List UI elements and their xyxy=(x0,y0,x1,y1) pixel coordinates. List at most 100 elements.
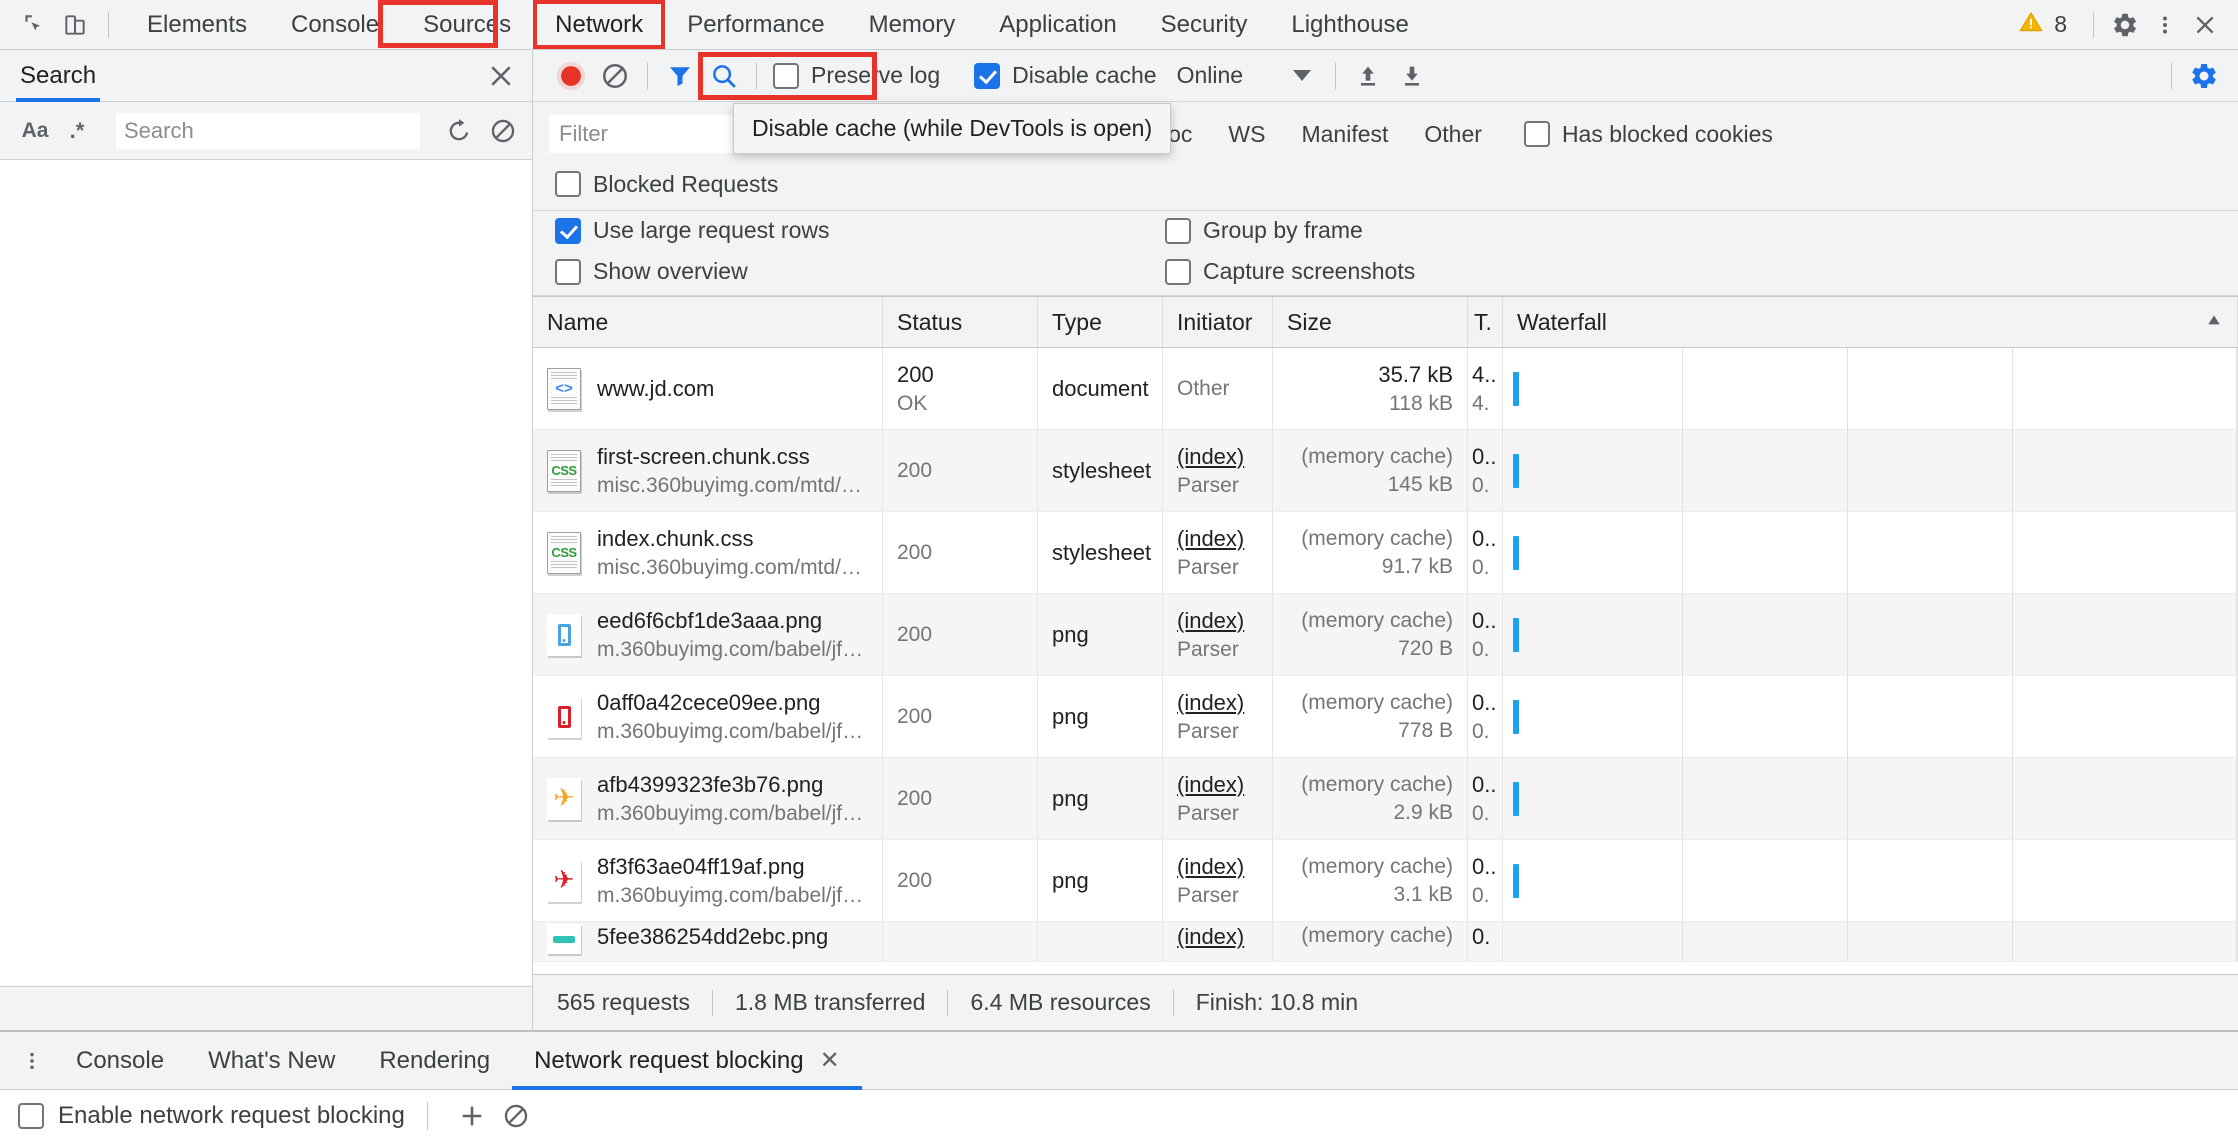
clear-icon[interactable] xyxy=(593,56,637,96)
warning-counter[interactable]: 8 xyxy=(2004,9,2081,40)
filter-type-other[interactable]: Other xyxy=(1424,121,1482,148)
search-input[interactable] xyxy=(116,113,420,149)
kebab-menu-icon[interactable] xyxy=(2146,6,2184,44)
initiator-link[interactable]: (index) xyxy=(1177,526,1244,552)
close-icon[interactable] xyxy=(2186,6,2224,44)
table-row[interactable]: CSS first-screen.chunk.css misc.360buyim… xyxy=(533,430,2238,512)
table-row[interactable]: <> www.jd.com 200 OK docum xyxy=(533,348,2238,430)
cell-name[interactable]: ✈ afb4399323fe3b76.png m.360buyimg.com/b… xyxy=(533,758,883,839)
has-blocked-cookies-checkbox[interactable]: Has blocked cookies xyxy=(1518,121,1779,148)
size-resource: 720 B xyxy=(1398,637,1453,661)
initiator-link[interactable]: (index) xyxy=(1177,608,1244,634)
checkbox-box xyxy=(18,1103,44,1129)
cell-initiator[interactable]: (index) Parser xyxy=(1163,594,1273,675)
column-header-type[interactable]: Type xyxy=(1038,297,1163,347)
cell-initiator[interactable]: (index) Parser xyxy=(1163,430,1273,511)
table-row[interactable]: 0aff0a42cece09ee.png m.360buyimg.com/bab… xyxy=(533,676,2238,758)
regex-toggle[interactable]: .* xyxy=(56,112,98,150)
tab-lighthouse[interactable]: Lighthouse xyxy=(1269,0,1430,49)
table-row[interactable]: eed6f6cbf1de3aaa.png m.360buyimg.com/bab… xyxy=(533,594,2238,676)
tab-console[interactable]: Console xyxy=(269,0,401,49)
device-toolbar-icon[interactable] xyxy=(56,6,94,44)
waterfall-bar xyxy=(1513,372,1519,406)
table-row[interactable]: ✈ afb4399323fe3b76.png m.360buyimg.com/b… xyxy=(533,758,2238,840)
column-header-waterfall[interactable]: Waterfall xyxy=(1503,297,2238,347)
initiator-link[interactable]: (index) xyxy=(1177,772,1244,798)
capture-screenshots-checkbox[interactable]: Capture screenshots xyxy=(1159,258,1421,285)
gear-icon-blue[interactable] xyxy=(2182,56,2226,96)
record-button-icon[interactable] xyxy=(549,56,593,96)
tab-network[interactable]: Network xyxy=(533,0,665,49)
close-icon[interactable] xyxy=(486,61,516,91)
cell-name[interactable]: <> www.jd.com xyxy=(533,348,883,429)
kebab-menu-icon[interactable] xyxy=(10,1032,54,1089)
cell-initiator[interactable]: (index) Parser xyxy=(1163,840,1273,921)
gear-icon[interactable] xyxy=(2106,6,2144,44)
cell-initiator[interactable]: (index) Parser xyxy=(1163,512,1273,593)
drawer-tab-console[interactable]: Console xyxy=(54,1032,186,1089)
drawer-tab-network-request-blocking[interactable]: Network request blocking ✕ xyxy=(512,1032,862,1089)
disable-cache-checkbox[interactable]: Disable cache xyxy=(968,62,1162,89)
status-transferred: 1.8 MB transferred xyxy=(713,989,947,1016)
upload-arrow-icon[interactable] xyxy=(1346,56,1390,96)
filter-type-ws[interactable]: WS xyxy=(1228,121,1265,148)
preserve-log-checkbox[interactable]: Preserve log xyxy=(767,62,946,89)
tab-sources[interactable]: Sources xyxy=(401,0,533,49)
warning-count-label: 8 xyxy=(2054,11,2067,38)
column-header-size[interactable]: Size xyxy=(1273,297,1468,347)
show-overview-checkbox[interactable]: Show overview xyxy=(549,258,1159,285)
clear-icon[interactable] xyxy=(494,1095,538,1137)
close-icon[interactable]: ✕ xyxy=(820,1046,840,1075)
sidebar-tab-search[interactable]: Search xyxy=(20,50,96,101)
plus-icon[interactable] xyxy=(450,1095,494,1137)
column-header-status[interactable]: Status xyxy=(883,297,1038,347)
group-by-frame-checkbox[interactable]: Group by frame xyxy=(1159,217,1421,244)
use-large-request-rows-checkbox[interactable]: Use large request rows xyxy=(549,217,1159,244)
time-value: 0.. xyxy=(1472,526,1496,552)
initiator-link[interactable]: (index) xyxy=(1177,690,1244,716)
tab-performance[interactable]: Performance xyxy=(665,0,846,49)
status-code: 200 xyxy=(897,459,932,483)
column-header-name[interactable]: Name xyxy=(533,297,883,347)
clear-icon[interactable] xyxy=(484,112,522,150)
filter-type-manifest[interactable]: Manifest xyxy=(1301,121,1388,148)
table-row[interactable]: 5fee386254dd2ebc.png (index) (memory cac… xyxy=(533,922,2238,962)
cell-initiator[interactable]: (index) Parser xyxy=(1163,758,1273,839)
initiator-link[interactable]: (index) xyxy=(1177,444,1244,470)
column-header-time[interactable]: T. xyxy=(1468,297,1503,347)
cell-status: 200 xyxy=(883,676,1038,757)
table-row[interactable]: ✈ 8f3f63ae04ff19af.png m.360buyimg.com/b… xyxy=(533,840,2238,922)
drawer-tab-whats-new[interactable]: What's New xyxy=(186,1032,357,1089)
tab-security[interactable]: Security xyxy=(1139,0,1270,49)
initiator-link[interactable]: (index) xyxy=(1177,924,1244,950)
table-row[interactable]: CSS index.chunk.css misc.360buyimg.com/m… xyxy=(533,512,2238,594)
cell-name[interactable]: ✈ 8f3f63ae04ff19af.png m.360buyimg.com/b… xyxy=(533,840,883,921)
size-transferred: (memory cache) xyxy=(1301,609,1453,633)
filter-funnel-icon[interactable] xyxy=(658,56,702,96)
cell-name[interactable]: CSS first-screen.chunk.css misc.360buyim… xyxy=(533,430,883,511)
cell-name[interactable]: 0aff0a42cece09ee.png m.360buyimg.com/bab… xyxy=(533,676,883,757)
search-icon[interactable] xyxy=(702,56,746,96)
cell-name[interactable]: eed6f6cbf1de3aaa.png m.360buyimg.com/bab… xyxy=(533,594,883,675)
cell-initiator[interactable]: (index) Parser xyxy=(1163,676,1273,757)
tab-memory[interactable]: Memory xyxy=(847,0,978,49)
cell-status: 200 xyxy=(883,758,1038,839)
drawer-tab-rendering[interactable]: Rendering xyxy=(357,1032,512,1089)
download-arrow-icon[interactable] xyxy=(1390,56,1434,96)
refresh-icon[interactable] xyxy=(440,112,478,150)
network-settings-options: Use large request rows Show overview Gro… xyxy=(549,211,2222,295)
blocked-requests-checkbox[interactable]: Blocked Requests xyxy=(549,171,784,198)
tab-application[interactable]: Application xyxy=(977,0,1138,49)
enable-network-request-blocking-checkbox[interactable]: Enable network request blocking xyxy=(18,1102,405,1130)
column-header-initiator[interactable]: Initiator xyxy=(1163,297,1273,347)
cell-initiator[interactable]: (index) xyxy=(1163,922,1273,961)
throttling-dropdown[interactable]: Online xyxy=(1163,62,1325,89)
match-case-toggle[interactable]: Aa xyxy=(14,112,56,150)
cell-name[interactable]: CSS index.chunk.css misc.360buyimg.com/m… xyxy=(533,512,883,593)
checkbox-box xyxy=(555,259,581,285)
tab-elements[interactable]: Elements xyxy=(125,0,269,49)
initiator-link[interactable]: (index) xyxy=(1177,854,1244,880)
cell-name[interactable]: 5fee386254dd2ebc.png xyxy=(533,922,883,961)
name-texts: afb4399323fe3b76.png m.360buyimg.com/bab… xyxy=(597,772,868,826)
inspect-element-icon[interactable] xyxy=(14,6,52,44)
